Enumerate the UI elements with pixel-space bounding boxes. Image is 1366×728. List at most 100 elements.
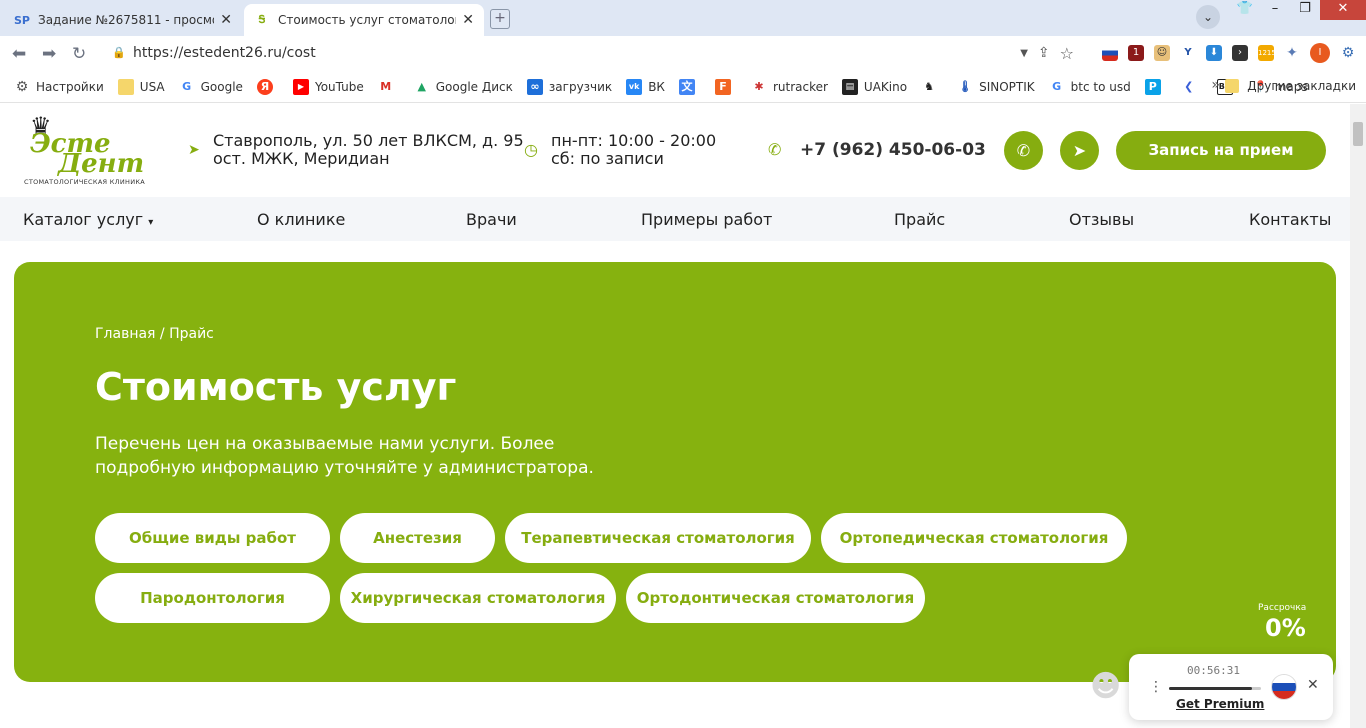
nav-reviews[interactable]: Отзывы [1069,210,1134,229]
category-therapeutic[interactable]: Терапевтическая стоматология [505,513,811,563]
profile-shirt-icon[interactable]: 👕 [1230,0,1260,20]
youtube-icon: ▶ [292,78,309,95]
shield-extension-icon[interactable]: 1 [1128,45,1144,61]
bookmark-vk[interactable]: vk ВК [626,78,665,95]
chat-mascot-icon[interactable]: ☻ [1090,669,1124,709]
location-arrow-icon: ➤ [188,142,200,158]
chess-icon: ♞ [924,79,935,93]
breadcrumb[interactable]: Главная / Прайс [95,326,214,342]
tab-close-icon[interactable]: ✕ [462,12,474,28]
category-periodontology[interactable]: Пародонтология [95,573,330,623]
dropdown-icon[interactable]: ▼ [1020,48,1028,59]
folder-icon [117,78,134,95]
bookmark-usa[interactable]: USA [117,78,165,95]
window-close-button[interactable]: ✕ [1320,0,1366,20]
bookmark-loader[interactable]: ∞ загрузчик [526,78,612,95]
download-extension-icon[interactable]: ⬇ [1206,45,1222,61]
forward-arrow-icon[interactable]: ➡ [42,44,56,64]
page-lead: Перечень цен на оказываемые нами услуги.… [95,434,594,478]
browser-tab-strip: SP Задание №2675811 - просмотр з ✕ Ꭶ Сто… [0,0,1366,36]
star-icon: ✱ [754,79,764,93]
installment-value[interactable]: 0% [1265,614,1306,642]
russia-flag-icon[interactable] [1271,674,1297,700]
restore-button[interactable]: ❐ [1290,0,1320,20]
arrow-icon: ❮ [1184,79,1194,93]
bookmark-uakino[interactable]: ▤ UAKino [841,78,907,95]
bookmark-drive[interactable]: ▲ Google Диск [414,79,513,95]
back-arrow-icon[interactable]: ⬅ [12,44,26,64]
bookmark-arrow[interactable]: ❮ [1181,79,1203,95]
tab-search-icon[interactable]: ⌄ [1196,5,1220,29]
category-general[interactable]: Общие виды работ [95,513,330,563]
bookmark-settings[interactable]: ⚙ Настройки [14,79,104,95]
nav-about[interactable]: О клинике [257,210,345,229]
telegram-icon: ➤ [1072,141,1087,160]
bookmark-chess[interactable]: ♞ [921,79,943,95]
f-icon: F [714,78,731,95]
bookmark-p[interactable]: P [1144,78,1167,95]
nav-portfolio[interactable]: Примеры работ [641,210,772,229]
minimize-button[interactable]: – [1260,0,1290,20]
phone-icon: ✆ [768,140,782,159]
puzzle-extensions-icon[interactable]: ✦ [1284,45,1300,61]
nav-catalog-label: Каталог услуг [23,210,144,229]
web-page: ♛ Эсте Дент СТОМАТОЛОГИЧЕСКАЯ КЛИНИКА ➤ … [0,104,1350,728]
clinic-logo[interactable]: ♛ Эсте Дент СТОМАТОЛОГИЧЕСКАЯ КЛИНИКА [22,112,146,188]
face-extension-icon[interactable]: ☺ [1154,45,1170,61]
book-appointment-button[interactable]: Запись на прием [1116,131,1326,170]
logo-word-2: Дент [58,149,145,179]
address-bar-row: ⬅ ➡ ↻ 🔒 https://estedent26.ru/cost ▼ ⇪ ☆… [0,36,1366,71]
bitcoin-extension-icon[interactable]: 12157 [1258,45,1280,61]
category-surgical[interactable]: Хирургическая стоматология [340,573,616,623]
y-extension-icon[interactable]: Y [1180,45,1196,61]
page-scrollbar[interactable] [1350,104,1366,728]
address: Ставрополь, ул. 50 лет ВЛКСМ, д. 95 ост.… [213,132,524,168]
extension-toolbar: ▼ ⇪ ☆ 1 ☺ Y ⬇ › 12157 ✦ I ⚙ [1020,42,1356,64]
installment-label[interactable]: Рассрочка [1258,603,1306,613]
bookmark-btc[interactable]: Gbtc to usd [1049,79,1131,95]
other-bookmarks[interactable]: Другие закладки [1225,79,1356,93]
phone-number[interactable]: +7 (962) 450-06-03 [800,140,986,160]
bookmark-gmail[interactable]: M [378,79,400,95]
bookmark-yandex[interactable]: Я [256,78,279,95]
new-tab-button[interactable]: + [490,9,510,29]
bookmark-translate[interactable]: 文 [678,78,701,95]
tab-task[interactable]: SP Задание №2675811 - просмотр з ✕ [4,4,242,36]
share-icon[interactable]: ⇪ [1038,45,1050,61]
tab-close-icon[interactable]: ✕ [220,12,232,28]
nav-catalog[interactable]: Каталог услуг ▾ [23,210,153,229]
bookmarks-overflow-icon[interactable]: » [1211,77,1220,93]
tab-title: Задание №2675811 - просмотр з [38,13,214,27]
bookmark-sinoptik[interactable]: 🌡 SINOPTIK [957,79,1035,95]
category-orthopedic[interactable]: Ортопедическая стоматология [821,513,1127,563]
bookmark-google[interactable]: G Google [179,79,243,95]
profile-avatar[interactable]: I [1310,43,1330,63]
category-orthodontic[interactable]: Ортодонтическая стоматология [626,573,925,623]
nav-doctors[interactable]: Врачи [466,210,517,229]
bookmark-f[interactable]: F [714,78,737,95]
vpn-timer-widget: ⋮ 00:56:31 Get Premium ✕ [1129,654,1333,720]
whatsapp-button[interactable]: ✆ [1004,131,1043,170]
russia-flag-icon[interactable] [1102,45,1118,61]
main-navigation: Каталог услуг ▾ О клинике Врачи Примеры … [0,197,1350,241]
tab-cost[interactable]: Ꭶ Стоимость услуг стоматологичес ✕ [244,4,484,36]
bookmark-star-icon[interactable]: ☆ [1060,44,1074,63]
category-anesthesia[interactable]: Анестезия [340,513,495,563]
loop-icon: ∞ [526,78,543,95]
settings-extension-icon[interactable]: ⚙ [1340,45,1356,61]
scrollbar-thumb[interactable] [1353,122,1363,146]
nav-contacts[interactable]: Контакты [1249,210,1331,229]
site-favicon-icon: Ꭶ [258,13,266,26]
bookmark-youtube[interactable]: ▶ YouTube [292,78,364,95]
get-premium-link[interactable]: Get Premium [1176,697,1264,711]
more-options-icon[interactable]: ⋮ [1149,679,1163,695]
lock-icon[interactable]: 🔒 [112,46,126,59]
widget-close-icon[interactable]: ✕ [1307,677,1319,693]
terminal-extension-icon[interactable]: › [1232,45,1248,61]
bookmark-rutracker[interactable]: ✱ rutracker [751,79,828,95]
reload-icon[interactable]: ↻ [72,44,86,64]
hours-line-2: сб: по записи [551,149,664,168]
telegram-button[interactable]: ➤ [1060,131,1099,170]
url-field[interactable]: https://estedent26.ru/cost [133,45,316,61]
nav-price[interactable]: Прайс [894,210,945,229]
